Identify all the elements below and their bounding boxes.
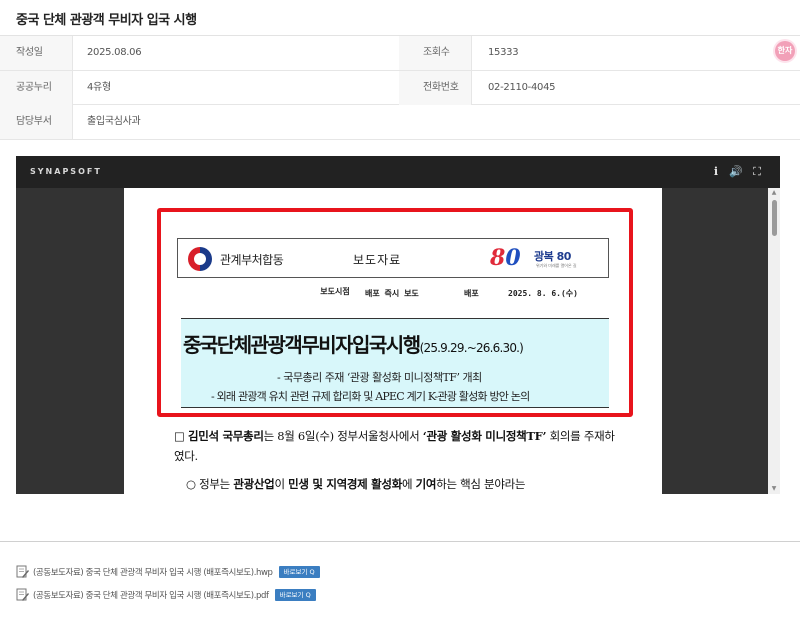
scrollbar-thumb[interactable] xyxy=(772,200,777,236)
scroll-down-icon[interactable]: ▼ xyxy=(768,484,780,494)
liberation-80-subtext: 위기와 미래를 열어온 길 xyxy=(536,263,577,268)
hanja-floating-button[interactable]: 한자 xyxy=(775,41,795,61)
press-release-label: 보도자료 xyxy=(353,253,402,267)
viewer-toolbar: SYNAPSOFT i 🔊 ⛶ xyxy=(16,156,780,188)
info-row: 공공누리 4유형 전화번호 02-2110-4045 xyxy=(0,70,800,105)
info-row: 담당부서 출입국심사과 xyxy=(0,105,800,140)
distribution-label: 배포 xyxy=(464,289,479,298)
info-row: 작성일 2025.08.06 조회수 15333 xyxy=(0,36,800,71)
government-emblem-icon xyxy=(188,247,212,271)
scroll-up-icon[interactable]: ▲ xyxy=(768,188,780,198)
fullscreen-icon[interactable]: ⛶ xyxy=(750,164,764,180)
viewer-brand: SYNAPSOFT xyxy=(30,167,102,176)
attachment-name[interactable]: (공동보도자료) 중국 단체 관광객 무비자 입국 시행 (배포즉시보도).pd… xyxy=(33,589,269,601)
preview-button[interactable]: 바로보기 Q xyxy=(274,589,316,601)
liberation-80-logo: 80 xyxy=(490,245,521,271)
press-header: 관계부처합동 보도자료 80 광복 80 위기와 미래를 열어온 길 xyxy=(177,238,609,278)
attachment-name[interactable]: (공동보도자료) 중국 단체 관광객 무비자 입국 시행 (배포즉시보도).hw… xyxy=(33,566,273,578)
release-value: 배포 즉시 보도 xyxy=(365,289,419,298)
document-page: 관계부처합동 보도자료 80 광복 80 위기와 미래를 열어온 길 보도시점 … xyxy=(124,188,662,494)
body-paragraph-2: ○ 정부는 관광산업이 민생 및 지역경제 활성화에 기여하는 핵심 분야라는 xyxy=(186,477,526,491)
title-bar: 중국 단체 관광객 무비자 입국 시행 xyxy=(0,0,800,36)
org-name: 관계부처합동 xyxy=(220,253,284,267)
license-label: 공공누리 xyxy=(0,70,72,105)
page-title: 중국 단체 관광객 무비자 입국 시행 xyxy=(16,13,197,28)
dept-value: 출입국심사과 xyxy=(87,116,141,127)
subheadline-1: - 국무총리 주재 ‘관광 활성화 미니정책TF’ 개최 xyxy=(277,371,482,384)
file-edit-icon xyxy=(16,588,29,601)
preview-button[interactable]: 바로보기 Q xyxy=(278,566,320,578)
attachment-item: (공동보도자료) 중국 단체 관광객 무비자 입국 시행 (배포즉시보도).hw… xyxy=(16,564,320,580)
release-label: 보도시점 xyxy=(320,287,350,296)
document-headline: 중국단체관광객무비자입국시행(25.9.29.~26.6.30.) xyxy=(183,333,524,357)
section-divider xyxy=(0,541,800,542)
headline-box: 중국단체관광객무비자입국시행(25.9.29.~26.6.30.) - 국무총리… xyxy=(181,318,609,408)
license-value: 4유형 xyxy=(87,81,111,93)
info-table: 작성일 2025.08.06 조회수 15333 공공누리 4유형 전화번호 0… xyxy=(0,36,800,140)
phone-value: 02-2110-4045 xyxy=(488,81,556,93)
info-icon[interactable]: i xyxy=(709,164,723,180)
volume-icon[interactable]: 🔊 xyxy=(729,164,743,180)
attachment-item: (공동보도자료) 중국 단체 관광객 무비자 입국 시행 (배포즉시보도).pd… xyxy=(16,587,316,603)
file-edit-icon xyxy=(16,565,29,578)
subheadline-2: - 외래 관광객 유치 관련 규제 합리화 및 APEC 계기 K-관광 활성화… xyxy=(211,390,530,403)
distribution-date: 2025. 8. 6.(수) xyxy=(508,289,578,298)
phone-label: 전화번호 xyxy=(399,70,471,105)
dept-label: 담당부서 xyxy=(0,105,72,139)
views-value: 15333 xyxy=(488,47,519,58)
document-viewer: SYNAPSOFT i 🔊 ⛶ 관계부처합동 보도자료 80 광복 80 위기와… xyxy=(16,156,780,494)
created-label: 작성일 xyxy=(0,36,72,70)
created-value: 2025.08.06 xyxy=(87,47,142,58)
liberation-80-text: 광복 80 xyxy=(534,250,571,263)
views-label: 조회수 xyxy=(399,36,471,70)
body-paragraph-1: □ 김민석 국무총리는 8월 6일(수) 정부서울청사에서 ‘관광 활성화 미니… xyxy=(174,429,615,463)
